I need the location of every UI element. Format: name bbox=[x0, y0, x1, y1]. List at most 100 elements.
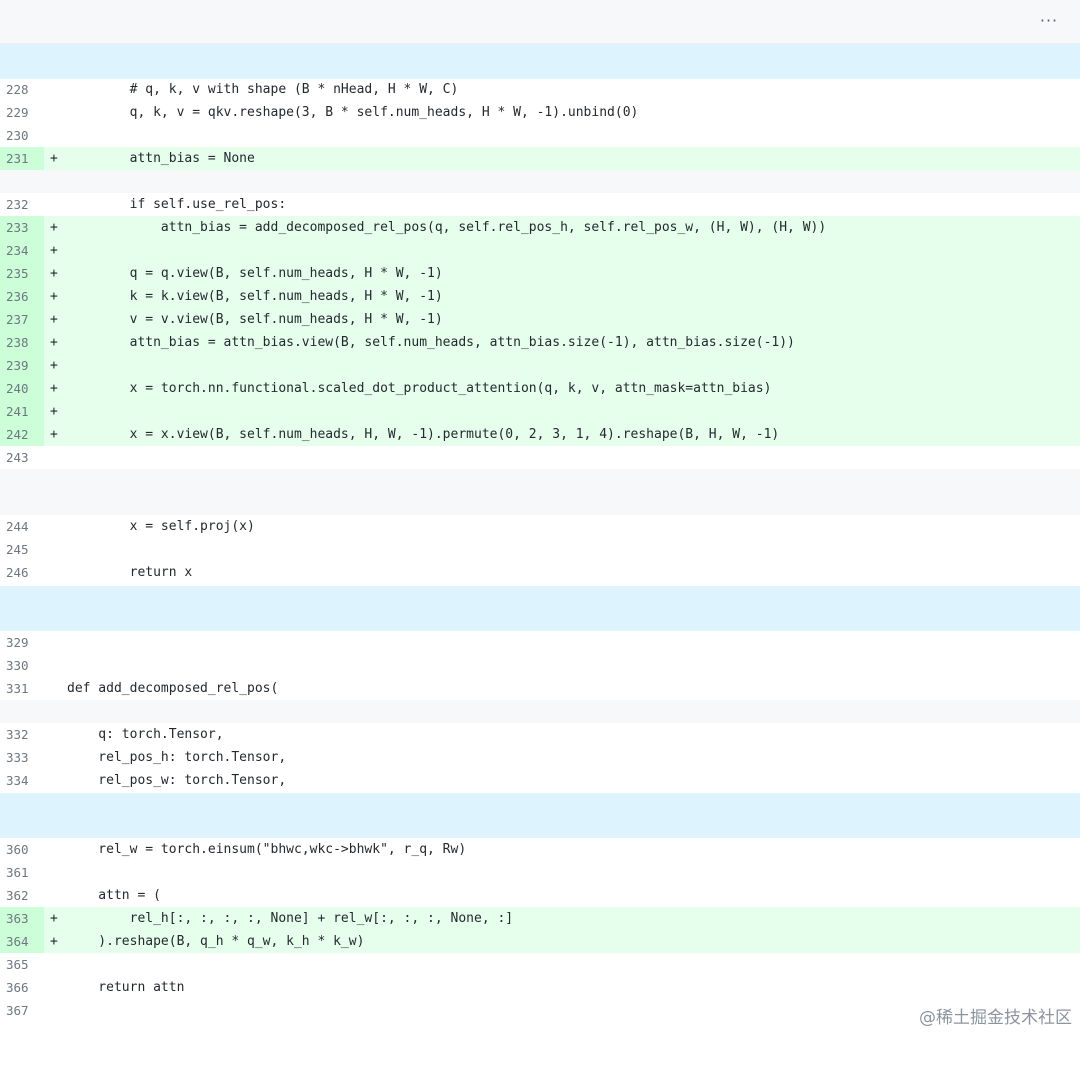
code-text: x = self.proj(x) bbox=[67, 519, 255, 534]
line-number: 363 bbox=[0, 907, 44, 930]
diff-line: 243 bbox=[0, 446, 1080, 469]
line-number: 364 bbox=[0, 930, 44, 953]
diff-line: 365 bbox=[0, 953, 1080, 976]
code-text: rel_pos_w: torch.Tensor, bbox=[67, 773, 287, 788]
diff-line-added: 239 + bbox=[0, 354, 1080, 377]
diff-line-added: 235 + q = q.view(B, self.num_heads, H * … bbox=[0, 262, 1080, 285]
diff-line: 245 bbox=[0, 538, 1080, 561]
diff-line-added: 233 + attn_bias = add_decomposed_rel_pos… bbox=[0, 216, 1080, 239]
diff-line: 367 bbox=[0, 999, 1080, 1022]
line-number: 242 bbox=[0, 423, 44, 446]
watermark-text: @稀土掘金技术社区 bbox=[919, 1008, 1072, 1028]
diff-line: 329 bbox=[0, 631, 1080, 654]
code-text: v = v.view(B, self.num_heads, H * W, -1) bbox=[67, 312, 443, 327]
line-number: 228 bbox=[6, 82, 29, 97]
code-text: # q, k, v with shape (B * nHead, H * W, … bbox=[67, 82, 459, 97]
diff-line-added: 231 + attn_bias = None bbox=[0, 147, 1080, 170]
diff-add-marker: + bbox=[50, 404, 58, 419]
diff-add-marker: + bbox=[50, 243, 58, 258]
diff-add-marker: + bbox=[50, 427, 58, 442]
line-number: 367 bbox=[6, 1003, 29, 1018]
diff-line-added: 242 + x = x.view(B, self.num_heads, H, W… bbox=[0, 423, 1080, 446]
line-number: 239 bbox=[0, 354, 44, 377]
line-number: 229 bbox=[6, 105, 29, 120]
code-text: x = x.view(B, self.num_heads, H, W, -1).… bbox=[67, 427, 780, 442]
diff-line: 229 q, k, v = qkv.reshape(3, B * self.nu… bbox=[0, 101, 1080, 124]
code-text: q: torch.Tensor, bbox=[67, 727, 224, 742]
diff-line-added: 234 + bbox=[0, 239, 1080, 262]
hunk-gap bbox=[0, 469, 1080, 515]
line-number: 246 bbox=[6, 565, 29, 580]
diff-file-header: ··· bbox=[0, 0, 1080, 44]
diff-line: 332 q: torch.Tensor, bbox=[0, 723, 1080, 746]
diff-line-added: 241 + bbox=[0, 400, 1080, 423]
hunk-expander[interactable] bbox=[0, 586, 1080, 631]
code-text: attn_bias = attn_bias.view(B, self.num_h… bbox=[67, 335, 795, 350]
diff-line-added: 238 + attn_bias = attn_bias.view(B, self… bbox=[0, 331, 1080, 354]
diff-line: 228 # q, k, v with shape (B * nHead, H *… bbox=[0, 78, 1080, 101]
line-number: 330 bbox=[6, 658, 29, 673]
line-number: 238 bbox=[0, 331, 44, 354]
diff-add-marker: + bbox=[50, 358, 58, 373]
more-options-icon[interactable]: ··· bbox=[1036, 10, 1062, 32]
diff-line: 362 attn = ( bbox=[0, 884, 1080, 907]
diff-line: 246 return x bbox=[0, 561, 1080, 584]
diff-line-added: 237 + v = v.view(B, self.num_heads, H * … bbox=[0, 308, 1080, 331]
diff-add-marker: + bbox=[50, 151, 58, 166]
line-number: 334 bbox=[6, 773, 29, 788]
diff-add-marker: + bbox=[50, 911, 58, 926]
diff-line-added: 364 + ).reshape(B, q_h * q_w, k_h * k_w) bbox=[0, 930, 1080, 953]
diff-add-marker: + bbox=[50, 220, 58, 235]
line-number: 233 bbox=[0, 216, 44, 239]
code-text: x = torch.nn.functional.scaled_dot_produ… bbox=[67, 381, 772, 396]
line-number: 232 bbox=[6, 197, 29, 212]
line-number: 231 bbox=[0, 147, 44, 170]
diff-line: 333 rel_pos_h: torch.Tensor, bbox=[0, 746, 1080, 769]
hunk-gap bbox=[0, 700, 1080, 723]
code-text: if self.use_rel_pos: bbox=[67, 197, 287, 212]
hunk-expander[interactable] bbox=[0, 793, 1080, 838]
diff-add-marker: + bbox=[50, 934, 58, 949]
line-number: 361 bbox=[6, 865, 29, 880]
code-text: k = k.view(B, self.num_heads, H * W, -1) bbox=[67, 289, 443, 304]
code-text: attn_bias = add_decomposed_rel_pos(q, se… bbox=[67, 220, 827, 235]
diff-add-marker: + bbox=[50, 381, 58, 396]
diff-add-marker: + bbox=[50, 312, 58, 327]
line-number: 366 bbox=[6, 980, 29, 995]
diff-line-added: 240 + x = torch.nn.functional.scaled_dot… bbox=[0, 377, 1080, 400]
line-number: 237 bbox=[0, 308, 44, 331]
diff-add-marker: + bbox=[50, 289, 58, 304]
line-number: 234 bbox=[0, 239, 44, 262]
diff-line: 230 bbox=[0, 124, 1080, 147]
line-number: 360 bbox=[6, 842, 29, 857]
line-number: 236 bbox=[0, 285, 44, 308]
code-text: def add_decomposed_rel_pos( bbox=[67, 681, 279, 696]
code-text: return attn bbox=[67, 980, 185, 995]
diff-line: 361 bbox=[0, 861, 1080, 884]
diff-line: 334 rel_pos_w: torch.Tensor, bbox=[0, 769, 1080, 792]
diff-line: 331 def add_decomposed_rel_pos( bbox=[0, 677, 1080, 700]
line-number: 329 bbox=[6, 635, 29, 650]
line-number: 241 bbox=[0, 400, 44, 423]
code-text: rel_h[:, :, :, :, None] + rel_w[:, :, :,… bbox=[67, 911, 514, 926]
line-number: 244 bbox=[6, 519, 29, 534]
diff-add-marker: + bbox=[50, 266, 58, 281]
diff-line: 330 bbox=[0, 654, 1080, 677]
code-text: rel_w = torch.einsum("bhwc,wkc->bhwk", r… bbox=[67, 842, 467, 857]
diff-line: 360 rel_w = torch.einsum("bhwc,wkc->bhwk… bbox=[0, 838, 1080, 861]
hunk-expander[interactable] bbox=[0, 44, 1080, 79]
diff-line-added: 363 + rel_h[:, :, :, :, None] + rel_w[:,… bbox=[0, 907, 1080, 930]
line-number: 365 bbox=[6, 957, 29, 972]
line-number: 331 bbox=[6, 681, 29, 696]
line-number: 333 bbox=[6, 750, 29, 765]
hunk-gap bbox=[0, 170, 1080, 193]
line-number: 230 bbox=[6, 128, 29, 143]
code-text: rel_pos_h: torch.Tensor, bbox=[67, 750, 287, 765]
line-number: 243 bbox=[6, 450, 29, 465]
line-number: 235 bbox=[0, 262, 44, 285]
code-text: ).reshape(B, q_h * q_w, k_h * k_w) bbox=[67, 934, 365, 949]
diff-line: 244 x = self.proj(x) bbox=[0, 515, 1080, 538]
diff-line-added: 236 + k = k.view(B, self.num_heads, H * … bbox=[0, 285, 1080, 308]
code-text: attn_bias = None bbox=[67, 151, 255, 166]
code-text: return x bbox=[67, 565, 193, 580]
